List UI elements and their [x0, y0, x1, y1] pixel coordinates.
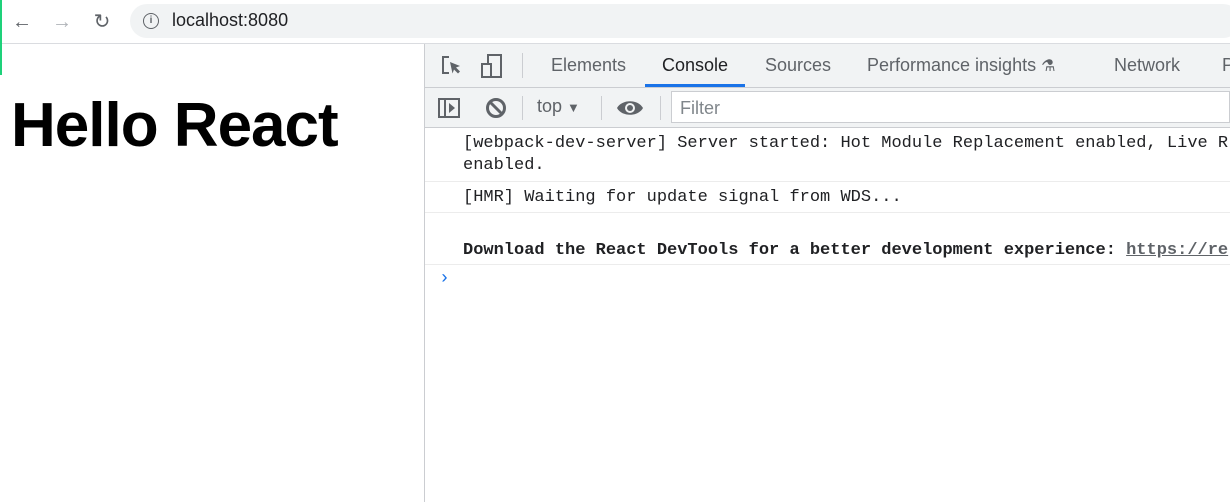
- dropdown-arrow-icon: ▼: [567, 100, 580, 115]
- tab-network[interactable]: Network: [1114, 44, 1180, 87]
- divider: [522, 96, 523, 120]
- tab-elements[interactable]: Elements: [551, 44, 626, 87]
- console-messages: [webpack-dev-server] Server started: Hot…: [425, 128, 1230, 289]
- divider: [660, 96, 661, 120]
- message-text: Download the React DevTools for a better…: [463, 241, 1127, 260]
- console-message: [webpack-dev-server] Server started: Hot…: [425, 128, 1230, 182]
- console-message: [HMR] Waiting for update signal from WDS…: [425, 182, 1230, 213]
- console-message: Download the React DevTools for a better…: [425, 213, 1230, 265]
- browser-toolbar: ← → ↻ i localhost:8080: [0, 0, 1230, 44]
- live-expression-eye-icon[interactable]: [616, 99, 644, 117]
- filter-input[interactable]: Filter: [671, 91, 1230, 123]
- sidebar-toggle-icon[interactable]: [438, 98, 460, 118]
- devtools-tabs: Elements Console Sources Performance ins…: [425, 44, 1230, 88]
- console-prompt[interactable]: ›: [425, 265, 1230, 289]
- forward-icon[interactable]: →: [48, 8, 76, 36]
- context-value: top: [537, 96, 563, 116]
- accent-bar: [0, 0, 2, 75]
- info-icon[interactable]: i: [143, 13, 159, 29]
- clear-console-icon[interactable]: [485, 97, 507, 119]
- devtools-panel: Elements Console Sources Performance ins…: [424, 44, 1230, 502]
- flask-icon: ⚗: [1041, 58, 1056, 75]
- console-toolbar: top ▼ Filter: [425, 88, 1230, 128]
- back-icon[interactable]: ←: [8, 8, 36, 36]
- divider: [522, 53, 523, 78]
- tab-console[interactable]: Console: [645, 44, 746, 87]
- url-text: localhost:8080: [172, 10, 289, 30]
- reload-icon[interactable]: ↻: [88, 8, 116, 36]
- tab-more[interactable]: P: [1222, 44, 1230, 87]
- page-heading: Hello React: [11, 91, 339, 160]
- device-toolbar-icon[interactable]: [480, 54, 504, 78]
- devtools-link[interactable]: https://re: [1126, 241, 1228, 260]
- tab-label: Performance insights: [867, 55, 1037, 75]
- divider: [601, 96, 602, 120]
- prompt-chevron-icon: ›: [439, 269, 450, 289]
- tab-sources[interactable]: Sources: [765, 44, 831, 87]
- address-bar[interactable]: i localhost:8080: [130, 4, 1230, 38]
- tab-performance-insights[interactable]: Performance insights ⚗: [867, 44, 1055, 87]
- context-selector[interactable]: top ▼: [537, 96, 580, 117]
- inspect-element-icon[interactable]: [440, 54, 464, 78]
